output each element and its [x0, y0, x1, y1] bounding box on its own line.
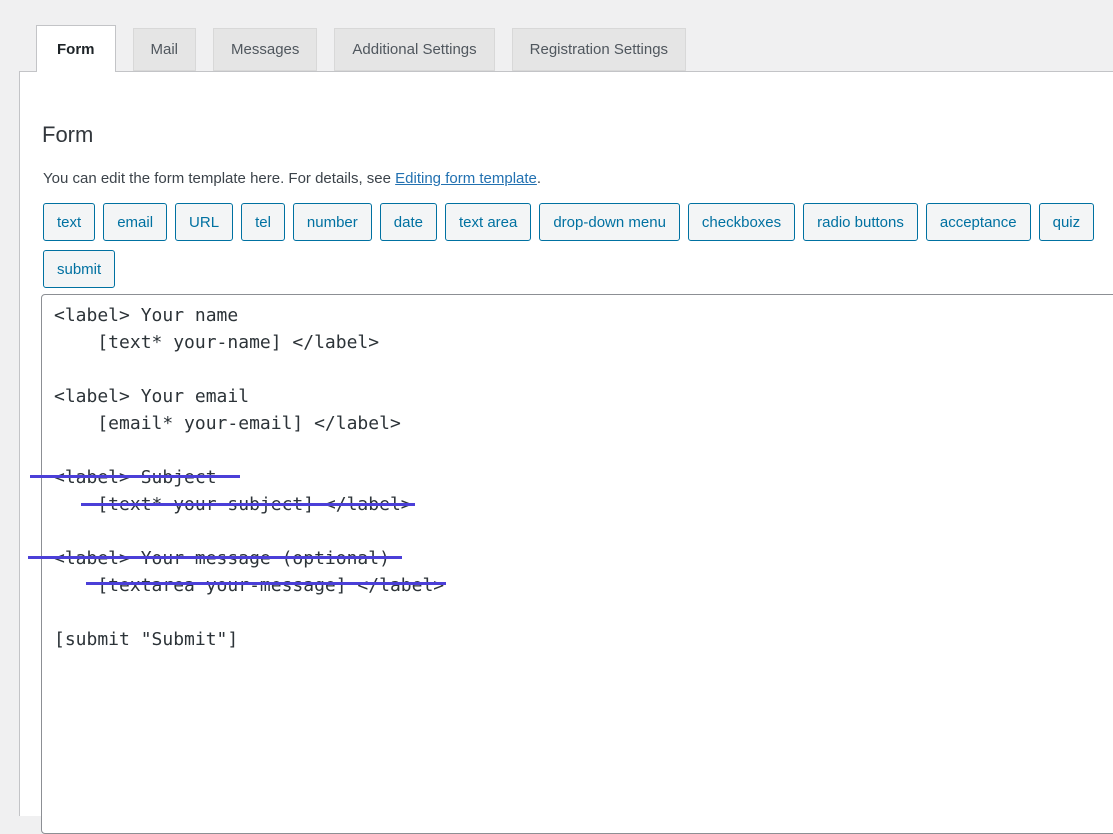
tag-button-text-area[interactable]: text area [445, 203, 531, 241]
tab-registration-settings[interactable]: Registration Settings [512, 28, 686, 71]
tab-form[interactable]: Form [36, 25, 116, 72]
panel-description: You can edit the form template here. For… [43, 169, 541, 189]
tab-additional-settings[interactable]: Additional Settings [334, 28, 494, 71]
tag-button-quiz[interactable]: quiz [1039, 203, 1095, 241]
tag-button-radio-buttons[interactable]: radio buttons [803, 203, 918, 241]
tag-button-submit[interactable]: submit [43, 250, 115, 288]
tag-button-email[interactable]: email [103, 203, 167, 241]
tag-button-tel[interactable]: tel [241, 203, 285, 241]
tag-button-text[interactable]: text [43, 203, 95, 241]
editing-form-template-link[interactable]: Editing form template [395, 170, 537, 187]
tab-messages[interactable]: Messages [213, 28, 317, 71]
tag-button-acceptance[interactable]: acceptance [926, 203, 1031, 241]
tag-button-checkboxes[interactable]: checkboxes [688, 203, 795, 241]
form-panel: Form You can edit the form template here… [19, 71, 1113, 816]
tag-button-url[interactable]: URL [175, 203, 233, 241]
tag-generator-row-1: text email URL tel number date text area… [43, 203, 1094, 241]
tag-generator-row-2: submit [43, 250, 115, 288]
panel-tab-bar: Form Mail Messages Additional Settings R… [36, 25, 686, 72]
description-text: You can edit the form template here. For… [43, 170, 395, 187]
tab-mail[interactable]: Mail [133, 28, 197, 71]
tag-button-drop-down-menu[interactable]: drop-down menu [539, 203, 680, 241]
tag-button-number[interactable]: number [293, 203, 372, 241]
description-period: . [537, 170, 541, 187]
form-template-editor[interactable]: <label> Your name [text* your-name] </la… [41, 294, 1113, 834]
tag-button-date[interactable]: date [380, 203, 437, 241]
page-title: Form [42, 122, 93, 148]
